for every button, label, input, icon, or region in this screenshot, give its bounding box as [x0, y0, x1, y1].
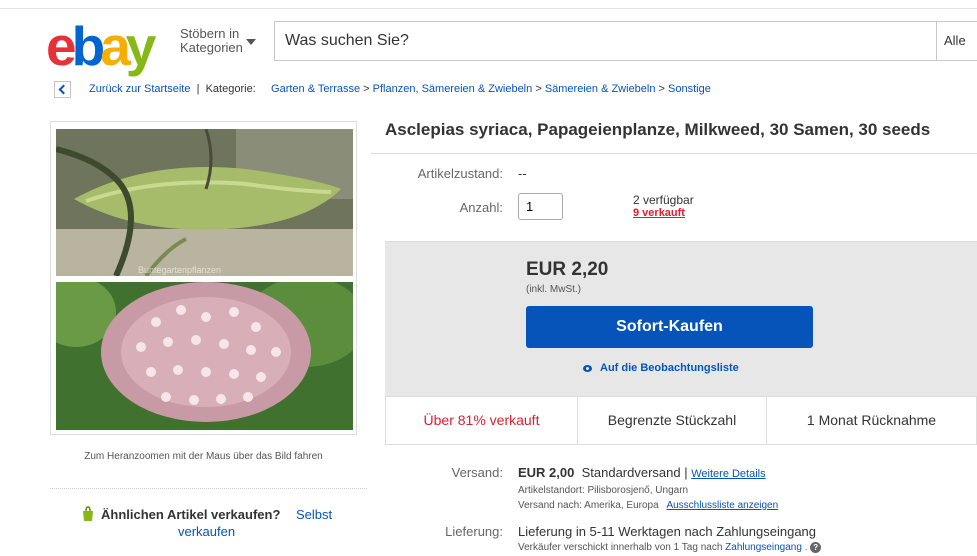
logo-letter-a: a — [100, 15, 131, 77]
seedpod-illustration — [56, 129, 353, 276]
breadcrumb-arrow: > — [363, 83, 370, 95]
eye-icon — [583, 364, 592, 372]
buy-now-button[interactable]: Sofort-Kaufen — [526, 306, 813, 348]
search-divider — [936, 22, 937, 60]
breadcrumb-item-garden[interactable]: Garten & Terrasse — [271, 83, 360, 95]
condition-label: Artikelzustand: — [417, 166, 503, 181]
badge-returns: 1 Monat Rücknahme — [806, 412, 937, 428]
breadcrumb-item-plants[interactable]: Pflanzen, Sämereien & Zwiebeln — [373, 83, 533, 95]
sold-count-link[interactable]: 9 verkauft — [633, 207, 685, 219]
logo-letter-y: y — [125, 15, 157, 77]
listing-title: Asclepias syriaca, Papageienplanze, Milk… — [385, 120, 931, 139]
back-to-home-link[interactable]: Zurück zur Startseite — [89, 83, 190, 95]
quantity-input[interactable] — [518, 193, 563, 220]
exclusions-link[interactable]: Ausschlussliste anzeigen — [666, 500, 778, 511]
breadcrumb-item-seeds[interactable]: Sämereien & Zwiebeln — [545, 83, 656, 95]
ships-to-line: Versand nach: Amerika, Europa Ausschluss… — [518, 500, 778, 511]
sell-yourself-link-part2[interactable]: verkaufen — [178, 523, 235, 540]
watchlist-label: Auf die Beobachtungsliste — [600, 362, 739, 374]
shipping-details-link[interactable]: Weitere Details — [691, 468, 765, 480]
breadcrumb-arrow: > — [658, 83, 665, 95]
delivery-note-text: Verkäufer verschickt innerhalb von 1 Tag… — [518, 542, 723, 554]
top-bar — [0, 0, 977, 9]
zoom-hint: Zum Heranzoomen mit der Maus über das Bi… — [84, 451, 323, 462]
product-image-flowers — [56, 282, 353, 430]
shipping-line: EUR 2,00 Standardversand | Weitere Detai… — [518, 465, 766, 480]
logo-letter-b: b — [71, 15, 106, 77]
delivery-note: Verkäufer verschickt innerhalb von 1 Tag… — [518, 542, 822, 554]
divider — [50, 488, 367, 489]
back-arrow-icon[interactable] — [54, 81, 71, 98]
price: EUR 2,20 — [526, 259, 609, 280]
search-bar: Alle — [274, 21, 977, 61]
condition-value: -- — [518, 166, 527, 181]
badge-percent-sold: Über 81% verkauft — [386, 397, 578, 444]
shipping-label: Versand: — [451, 465, 503, 480]
breadcrumb-item-other[interactable]: Sonstige — [668, 83, 711, 95]
shipping-method: Standardversand | — [581, 465, 688, 480]
product-image-gallery[interactable]: Buntegartenpflanzen — [50, 121, 357, 435]
category-label: Kategorie: — [205, 83, 256, 95]
item-location: Artikelstandort: Pilisborosjenő, Ungarn — [518, 485, 689, 496]
signal-badges: Über 81% verkauft Begrenzte Stückzahl 1 … — [385, 396, 977, 445]
product-image-seedpod: Buntegartenpflanzen — [56, 129, 353, 276]
flowers-illustration — [56, 282, 353, 430]
breadcrumb-separator: | — [196, 83, 200, 95]
categories-dropdown[interactable]: Stöbern in Kategorien — [180, 27, 260, 61]
delivery-estimate: Lieferung in 5-11 Werktagen nach Zahlung… — [518, 524, 817, 539]
payment-received-link[interactable]: Zahlungseingang — [725, 542, 802, 553]
breadcrumb-arrow: > — [535, 83, 542, 95]
title-divider — [371, 153, 977, 154]
sell-similar-question: Ähnlichen Artikel verkaufen? — [101, 507, 281, 522]
vat-note: (inkl. MwSt.) — [526, 284, 581, 295]
delivery-label: Lieferung: — [445, 524, 503, 539]
search-category-select[interactable]: Alle — [944, 33, 966, 48]
ships-to: Versand nach: Amerika, Europa — [518, 500, 659, 511]
quantity-label: Anzahl: — [459, 200, 503, 215]
shipping-price: EUR 2,00 — [518, 465, 575, 480]
add-to-watchlist-link[interactable]: Auf die Beobachtungsliste — [583, 362, 739, 374]
ebay-logo[interactable]: ebay — [46, 15, 172, 77]
help-icon[interactable]: ? — [810, 542, 822, 553]
search-input[interactable] — [275, 22, 935, 60]
sell-yourself-link-part1[interactable]: Selbst — [296, 506, 332, 523]
logo-letter-e: e — [46, 15, 77, 77]
image-watermark: Buntegartenpflanzen — [138, 265, 222, 275]
delivery-note-period: . — [804, 542, 808, 554]
available-count: 2 verfügbar — [633, 193, 694, 207]
badge-limited-quantity: Begrenzte Stückzahl — [578, 397, 767, 444]
chevron-down-icon — [246, 39, 256, 45]
purchase-box: EUR 2,20 (inkl. MwSt.) Sofort-Kaufen Auf… — [385, 241, 977, 397]
shopping-bag-icon — [83, 506, 93, 521]
